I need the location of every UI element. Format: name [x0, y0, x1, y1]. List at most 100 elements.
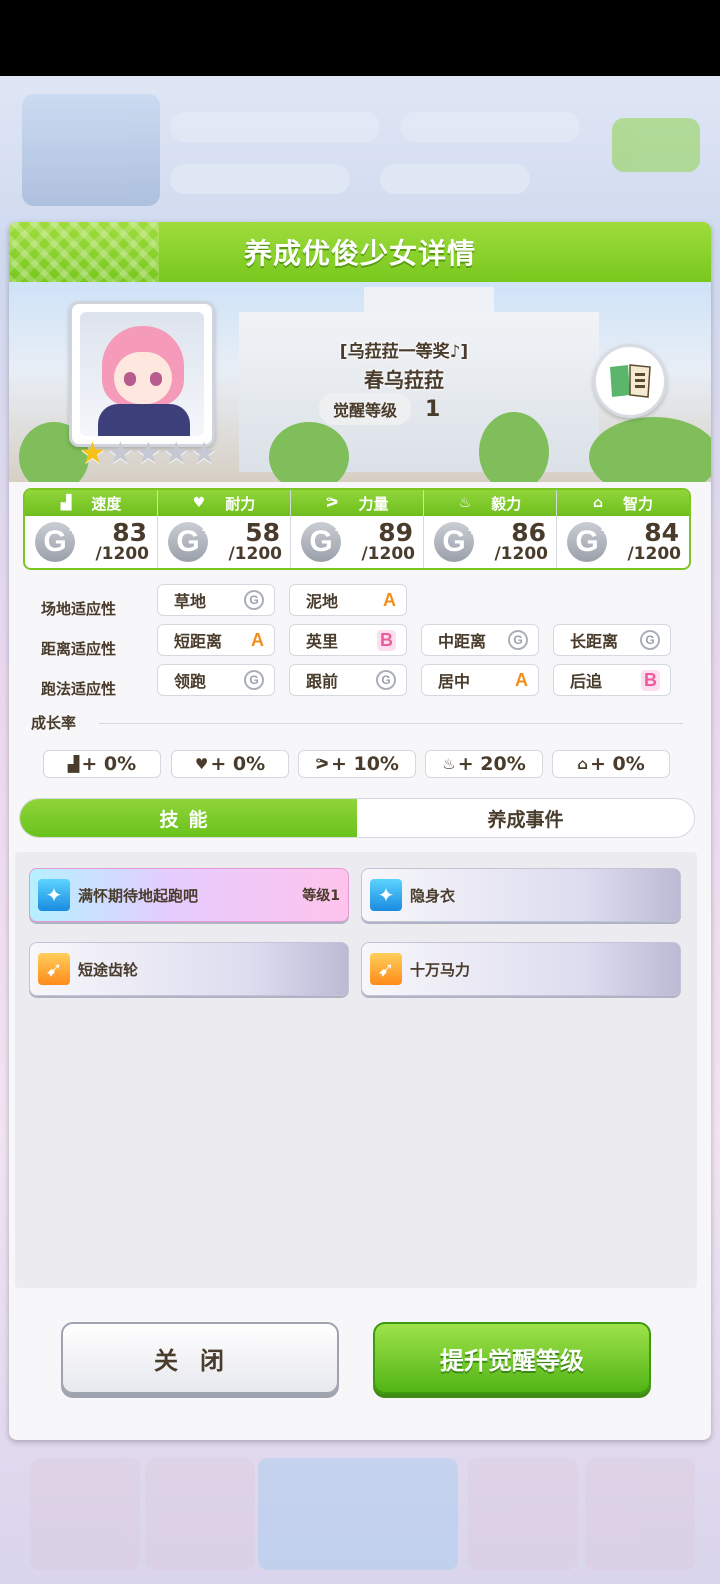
aptitude-name: 泥地 [306, 592, 339, 611]
star-rating: ★ ★ ★ ★ ★ [79, 437, 218, 471]
stat-grade: G [176, 525, 200, 558]
flame-icon: ♨ [458, 495, 472, 511]
portrait-eye [150, 372, 162, 386]
tab-skills[interactable]: 技能 [20, 799, 357, 837]
plus-icon: + [600, 522, 609, 538]
skill-level: 等级1 [302, 888, 340, 904]
aptitude-grade: A [383, 589, 396, 610]
stat-value: 58 [245, 518, 280, 547]
style-aptitude-label: 跑法适应性 [41, 680, 117, 698]
book-svg [610, 364, 651, 398]
aptitude-style-chip: 居中 A [421, 664, 539, 696]
aptitude-distance-chip: 中距离 G [421, 624, 539, 656]
portrait-outfit [98, 404, 190, 436]
stat-header: ᕗ 力量 [291, 490, 423, 516]
dialog-header: 养成优俊少女详情 [9, 222, 711, 282]
nav-slot-home [258, 1458, 458, 1570]
stat-value: 84 [644, 518, 679, 547]
stat-max: /1200 [95, 544, 149, 564]
nav-slot [585, 1458, 695, 1570]
character-banner: ★ ★ ★ ★ ★ [乌菈菈一等奖♪] 春乌菈菈 觉醒等级 1 [9, 282, 711, 482]
nav-slot [145, 1458, 255, 1570]
skill-card[interactable]: ✦ 满怀期待地起跑吧 等级1 [29, 868, 349, 922]
aptitude-grade: B [641, 669, 660, 691]
aptitude-grade: G [244, 590, 264, 610]
nav-slot [468, 1458, 578, 1570]
hud-bar [170, 112, 380, 142]
awaken-row: 觉醒等级 1 [319, 393, 479, 425]
portrait-image [80, 312, 204, 436]
stat-grade: G [309, 525, 333, 558]
skill-name: 隐身衣 [410, 886, 456, 905]
close-button[interactable]: 关闭 [61, 1322, 339, 1394]
character-epithet: [乌菈菈一等奖♪] [339, 342, 469, 362]
growth-divider [99, 723, 683, 724]
stat-max: /1200 [361, 544, 415, 564]
stat-max: /1200 [627, 544, 681, 564]
growth-rate-chip: ▟ + 0% [43, 750, 161, 778]
star-empty-icon: ★ [190, 436, 218, 471]
plus-icon: + [334, 522, 343, 538]
growth-rate-value: + 0% [589, 753, 645, 775]
growth-rate-chip: ♨ + 20% [425, 750, 543, 778]
bottom-nav [0, 1436, 720, 1584]
aptitude-grade: G [244, 670, 264, 690]
book-icon[interactable] [593, 344, 667, 418]
skill-name: 十万马力 [410, 960, 471, 979]
star-empty-icon: ★ [162, 436, 190, 471]
detail-tabs: 技能 养成事件 [19, 798, 695, 838]
header-pattern [9, 222, 159, 282]
heart-icon: ♥ [192, 495, 206, 511]
aptitude-grade: G [640, 630, 660, 650]
stat-grade: G [43, 525, 67, 558]
plus-icon: + [68, 522, 77, 538]
skill-card[interactable]: ✦ 隐身衣 [361, 868, 681, 922]
shoe-icon: ▟ [60, 495, 72, 511]
plus-icon: + [201, 522, 210, 538]
top-hud [0, 76, 720, 226]
tab-training-events[interactable]: 养成事件 [357, 799, 694, 837]
aptitude-distance-chip: 短距离 A [157, 624, 275, 656]
stat-max: /1200 [494, 544, 548, 564]
stat-header: ⌂ 智力 [557, 490, 689, 516]
stat-grade: G [575, 525, 599, 558]
aptitude-grade: G [376, 670, 396, 690]
aptitude-name: 中距离 [438, 632, 487, 651]
stat-grade: G [442, 525, 466, 558]
aptitude-name: 英里 [306, 632, 339, 651]
aptitude-style-chip: 后追 B [553, 664, 671, 696]
portrait-eye [124, 372, 136, 386]
growth-rate-chip: ⌂ + 0% [552, 750, 670, 778]
stat-column: ᕗ 力量 G +89/1200 [291, 490, 424, 568]
aptitude-name: 长距离 [570, 632, 619, 651]
stat-column: ♨ 毅力 G +86/1200 [424, 490, 557, 568]
graduation-cap-icon: ⌂ [592, 495, 603, 511]
upgrade-awaken-button[interactable]: 提升觉醒等级 [373, 1322, 651, 1394]
nav-slot [30, 1458, 140, 1570]
plus-icon: + [467, 522, 476, 538]
awaken-level: 1 [425, 396, 441, 422]
aptitude-name: 草地 [174, 592, 207, 611]
stat-header: ♨ 毅力 [424, 490, 556, 516]
skill-card[interactable]: ➹ 十万马力 [361, 942, 681, 996]
skill-card[interactable]: ➹ 短途齿轮 [29, 942, 349, 996]
tree [589, 417, 711, 482]
growth-rate-value: + 0% [210, 753, 266, 775]
growth-rate-title: 成长率 [31, 714, 77, 732]
stats-panel: ▟ 速度 G +83/1200 ♥ 耐力 G +58/1200 ᕗ 力量 G +89/1200 ♨ 毅力 G… [23, 488, 691, 570]
stat-label: 力量 [358, 494, 389, 513]
growth-rate-value: + 10% [330, 753, 399, 775]
aptitude-name: 短距离 [174, 632, 223, 651]
aptitude-name: 居中 [438, 672, 471, 691]
star-empty-icon: ★ [106, 436, 134, 471]
muscle-icon: ᕗ [325, 495, 339, 511]
star-filled-icon: ★ [79, 436, 106, 471]
growth-rate-chip: ᕗ + 10% [298, 750, 416, 778]
runner-skill-icon: ➹ [38, 953, 70, 985]
aptitude-distance-chip: 英里 B [289, 624, 407, 656]
character-portrait[interactable] [69, 301, 215, 447]
stat-label: 耐力 [225, 494, 256, 513]
stat-label: 速度 [91, 494, 122, 513]
track-aptitude-label: 场地适应性 [41, 600, 117, 618]
growth-rate-chip: ♥ + 0% [171, 750, 289, 778]
